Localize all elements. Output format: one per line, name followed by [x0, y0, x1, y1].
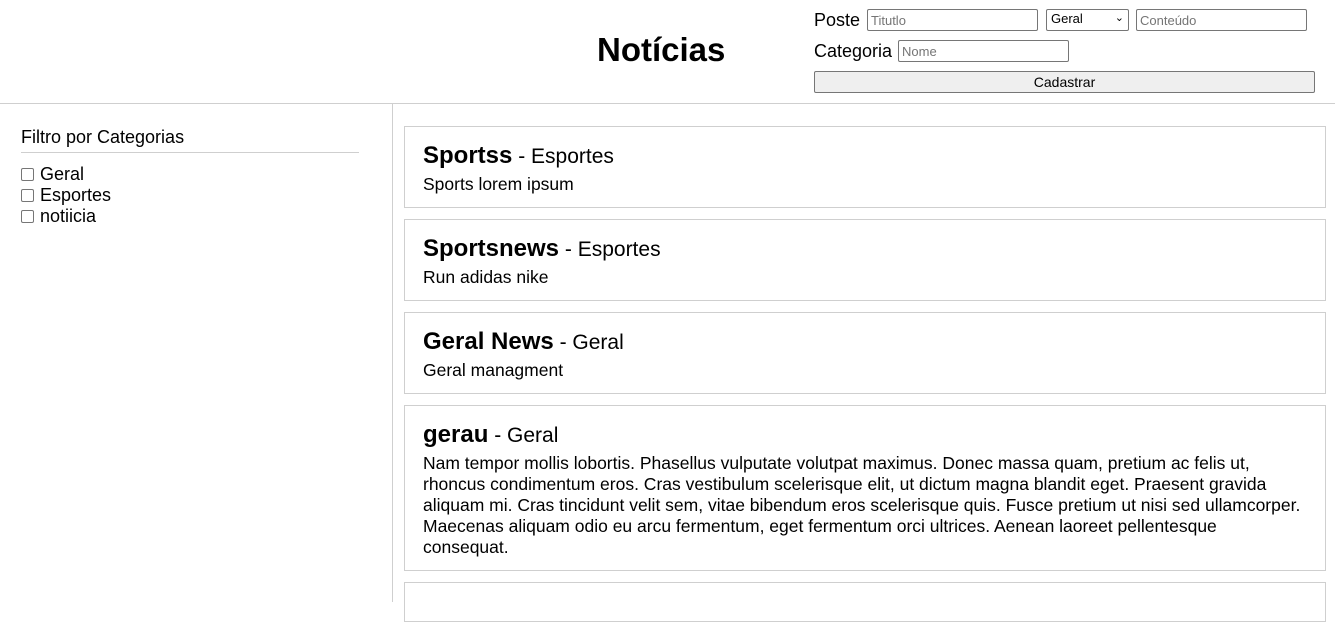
news-category: Geral: [507, 424, 559, 447]
news-category: Esportes: [531, 145, 614, 168]
news-heading: Geral News - Geral: [423, 327, 1307, 360]
news-heading: Sportsnews - Esportes: [423, 234, 1307, 267]
news-category: Esportes: [577, 238, 661, 261]
news-separator: -: [512, 145, 532, 168]
filter-list: Geral Esportes notiicia: [21, 164, 111, 227]
filter-title: Filtro por Categorias: [21, 127, 185, 147]
news-list: Sportss - Esportes Sports lorem ipsum Sp…: [404, 126, 1326, 633]
filter-item-esportes[interactable]: Esportes: [21, 185, 111, 206]
filter-divider: [21, 152, 359, 153]
categoria-label: Categoria: [814, 41, 893, 61]
news-category: Geral: [572, 331, 624, 354]
news-body: Run adidas nike: [423, 267, 549, 287]
news-heading: Sportss - Esportes: [423, 141, 1307, 174]
filter-checkbox-geral[interactable]: [21, 168, 34, 181]
news-card: Sportsnews - Esportes Run adidas nike: [404, 219, 1326, 301]
filter-label: Geral: [40, 164, 85, 184]
filter-checkbox-esportes[interactable]: [21, 189, 34, 202]
sidebar: Filtro por Categorias Geral Esportes not…: [0, 104, 393, 602]
category-select-value: Geral: [1051, 11, 1083, 26]
news-card: Geral News - Geral Geral managment: [404, 312, 1326, 394]
filter-label: notiicia: [40, 206, 97, 226]
news-title: gerau: [423, 421, 489, 448]
category-select[interactable]: Geral ⌄: [1046, 9, 1129, 31]
filter-checkbox-notiicia[interactable]: [21, 210, 34, 223]
news-heading: gerau - Geral: [423, 420, 1307, 453]
news-separator: -: [559, 238, 578, 261]
news-card-partial: [404, 582, 1326, 622]
titulo-input[interactable]: [867, 9, 1038, 31]
conteudo-input[interactable]: [1136, 9, 1307, 31]
filter-label: Esportes: [40, 185, 112, 205]
news-body: Nam tempor mollis lobortis. Phasellus vu…: [423, 453, 1301, 557]
chevron-down-icon: ⌄: [1114, 12, 1124, 24]
news-title: Sportsnews: [423, 235, 560, 262]
news-card: gerau - Geral Nam tempor mollis lobortis…: [404, 405, 1326, 571]
news-title: Geral News: [423, 328, 554, 355]
news-body: Sports lorem ipsum: [423, 174, 574, 194]
news-separator: -: [553, 331, 573, 354]
filter-item-notiicia[interactable]: notiicia: [21, 206, 111, 227]
cadastrar-button[interactable]: Cadastrar: [814, 71, 1315, 93]
news-separator: -: [488, 424, 508, 447]
news-card: Sportss - Esportes Sports lorem ipsum: [404, 126, 1326, 208]
filter-item-geral[interactable]: Geral: [21, 164, 111, 185]
nome-input[interactable]: [898, 40, 1069, 62]
news-title: Sportss: [423, 142, 513, 169]
news-body: Geral managment: [423, 360, 564, 380]
header: Notícias Poste Geral ⌄ Categoria Cadastr…: [0, 0, 1335, 104]
page-title: Notícias: [597, 31, 726, 68]
poste-label: Poste: [814, 10, 861, 30]
